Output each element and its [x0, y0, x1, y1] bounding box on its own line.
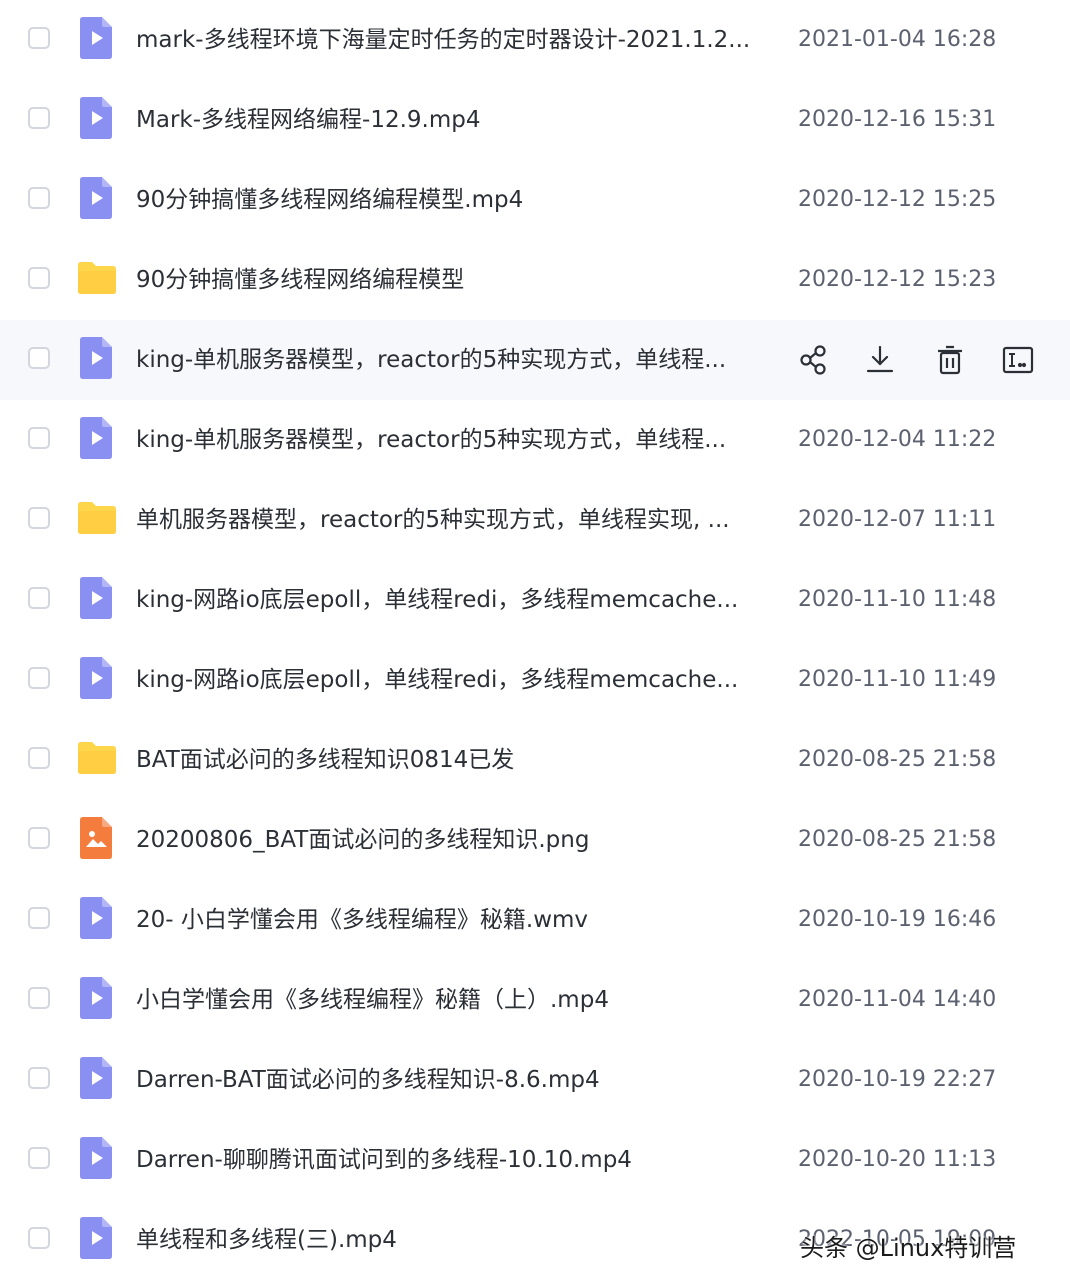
- row-checkbox[interactable]: [28, 427, 50, 449]
- file-row[interactable]: 小白学懂会用《多线程编程》秘籍（上）.mp4 2020-11-04 14:40: [0, 960, 1070, 1040]
- file-row[interactable]: king-网路io底层epoll，单线程redi，多线程memcache... 2…: [0, 640, 1070, 720]
- rename-icon: [1000, 342, 1036, 378]
- file-row[interactable]: king-网路io底层epoll，单线程redi，多线程memcache... 2…: [0, 560, 1070, 640]
- video-file-icon: [80, 577, 112, 619]
- file-name[interactable]: king-网路io底层epoll，单线程redi，多线程memcache...: [136, 640, 776, 720]
- file-row[interactable]: king-单机服务器模型，reactor的5种实现方式，单线程... 2020-1…: [0, 400, 1070, 480]
- file-name[interactable]: 20- 小白学懂会用《多线程编程》秘籍.wmv: [136, 880, 776, 960]
- row-actions: [796, 342, 1046, 378]
- row-checkbox[interactable]: [28, 107, 50, 129]
- row-checkbox[interactable]: [28, 747, 50, 769]
- row-checkbox[interactable]: [28, 907, 50, 929]
- file-name[interactable]: king-网路io底层epoll，单线程redi，多线程memcache...: [136, 560, 776, 640]
- file-name[interactable]: 20200806_BAT面试必问的多线程知识.png: [136, 800, 776, 880]
- file-name[interactable]: 90分钟搞懂多线程网络编程模型.mp4: [136, 160, 776, 240]
- row-checkbox[interactable]: [28, 187, 50, 209]
- file-name[interactable]: 小白学懂会用《多线程编程》秘籍（上）.mp4: [136, 960, 776, 1040]
- video-file-icon: [80, 977, 112, 1019]
- file-date: 2020-12-16 15:31: [798, 107, 997, 132]
- video-file-icon: [80, 1057, 112, 1099]
- row-checkbox[interactable]: [28, 667, 50, 689]
- video-file-icon: [80, 417, 112, 459]
- video-file-icon: [80, 17, 112, 59]
- row-checkbox[interactable]: [28, 347, 50, 369]
- file-date: 2020-12-12 15:25: [798, 187, 997, 212]
- rename-button[interactable]: [1000, 342, 1036, 378]
- file-name[interactable]: Mark-多线程网络编程-12.9.mp4: [136, 80, 776, 160]
- file-name[interactable]: 单机服务器模型，reactor的5种实现方式，单线程实现, ...: [136, 480, 776, 560]
- row-checkbox[interactable]: [28, 987, 50, 1009]
- download-icon: [862, 342, 898, 378]
- row-checkbox[interactable]: [28, 1227, 50, 1249]
- image-file-icon: [80, 817, 112, 859]
- folder-icon: [76, 737, 118, 779]
- row-checkbox[interactable]: [28, 587, 50, 609]
- file-name[interactable]: Darren-BAT面试必问的多线程知识-8.6.mp4: [136, 1040, 776, 1120]
- file-date: 2020-11-10 11:49: [798, 667, 997, 692]
- file-name[interactable]: king-单机服务器模型，reactor的5种实现方式，单线程...: [136, 320, 776, 400]
- file-row[interactable]: Darren-聊聊腾讯面试问到的多线程-10.10.mp4 2020-10-20 …: [0, 1120, 1070, 1200]
- file-row[interactable]: 20200806_BAT面试必问的多线程知识.png 2020-08-25 21:…: [0, 800, 1070, 880]
- file-name[interactable]: mark-多线程环境下海量定时任务的定时器设计-2021.1.2...: [136, 0, 776, 80]
- file-date: 2020-10-19 16:46: [798, 907, 997, 932]
- file-date: 2020-08-25 21:58: [798, 747, 997, 772]
- row-checkbox[interactable]: [28, 267, 50, 289]
- file-row[interactable]: 20- 小白学懂会用《多线程编程》秘籍.wmv 2020-10-19 16:46: [0, 880, 1070, 960]
- watermark-text: 头条 @Linux特训营: [800, 1234, 1017, 1262]
- file-name[interactable]: BAT面试必问的多线程知识0814已发: [136, 720, 776, 800]
- share-icon: [796, 342, 832, 378]
- file-name[interactable]: 单线程和多线程(三).mp4: [136, 1200, 776, 1280]
- folder-row[interactable]: 90分钟搞懂多线程网络编程模型 2020-12-12 15:23: [0, 240, 1070, 320]
- row-checkbox[interactable]: [28, 27, 50, 49]
- folder-icon: [76, 497, 118, 539]
- file-date: 2020-11-04 14:40: [798, 987, 997, 1012]
- video-file-icon: [80, 1137, 112, 1179]
- file-date: 2020-08-25 21:58: [798, 827, 997, 852]
- file-date: 2020-12-12 15:23: [798, 267, 997, 292]
- video-file-icon: [80, 897, 112, 939]
- file-date: 2021-01-04 16:28: [798, 27, 997, 52]
- file-name[interactable]: Darren-聊聊腾讯面试问到的多线程-10.10.mp4: [136, 1120, 776, 1200]
- file-date: 2020-12-07 11:11: [798, 507, 997, 532]
- file-row[interactable]: mark-多线程环境下海量定时任务的定时器设计-2021.1.2... 2021-…: [0, 0, 1070, 80]
- video-file-icon: [80, 97, 112, 139]
- folder-row[interactable]: BAT面试必问的多线程知识0814已发 2020-08-25 21:58: [0, 720, 1070, 800]
- file-row[interactable]: 90分钟搞懂多线程网络编程模型.mp4 2020-12-12 15:25: [0, 160, 1070, 240]
- file-row[interactable]: Mark-多线程网络编程-12.9.mp4 2020-12-16 15:31: [0, 80, 1070, 160]
- video-file-icon: [80, 177, 112, 219]
- download-button[interactable]: [862, 342, 898, 378]
- row-checkbox[interactable]: [28, 827, 50, 849]
- folder-row[interactable]: 单机服务器模型，reactor的5种实现方式，单线程实现, ... 2020-12…: [0, 480, 1070, 560]
- file-date: 2020-11-10 11:48: [798, 587, 997, 612]
- file-row[interactable]: king-单机服务器模型，reactor的5种实现方式，单线程...: [0, 320, 1070, 400]
- folder-icon: [76, 257, 118, 299]
- file-list: mark-多线程环境下海量定时任务的定时器设计-2021.1.2... 2021-…: [0, 0, 1070, 1286]
- delete-icon: [932, 342, 968, 378]
- video-file-icon: [80, 657, 112, 699]
- delete-button[interactable]: [932, 342, 968, 378]
- file-date: 2020-10-19 22:27: [798, 1067, 997, 1092]
- file-name[interactable]: 90分钟搞懂多线程网络编程模型: [136, 240, 776, 320]
- row-checkbox[interactable]: [28, 1067, 50, 1089]
- row-checkbox[interactable]: [28, 507, 50, 529]
- video-file-icon: [80, 1217, 112, 1259]
- video-file-icon: [80, 337, 112, 379]
- row-checkbox[interactable]: [28, 1147, 50, 1169]
- file-date: 2020-10-20 11:13: [798, 1147, 997, 1172]
- file-name[interactable]: king-单机服务器模型，reactor的5种实现方式，单线程...: [136, 400, 776, 480]
- file-row[interactable]: Darren-BAT面试必问的多线程知识-8.6.mp4 2020-10-19 2…: [0, 1040, 1070, 1120]
- share-button[interactable]: [796, 342, 832, 378]
- file-date: 2020-12-04 11:22: [798, 427, 997, 452]
